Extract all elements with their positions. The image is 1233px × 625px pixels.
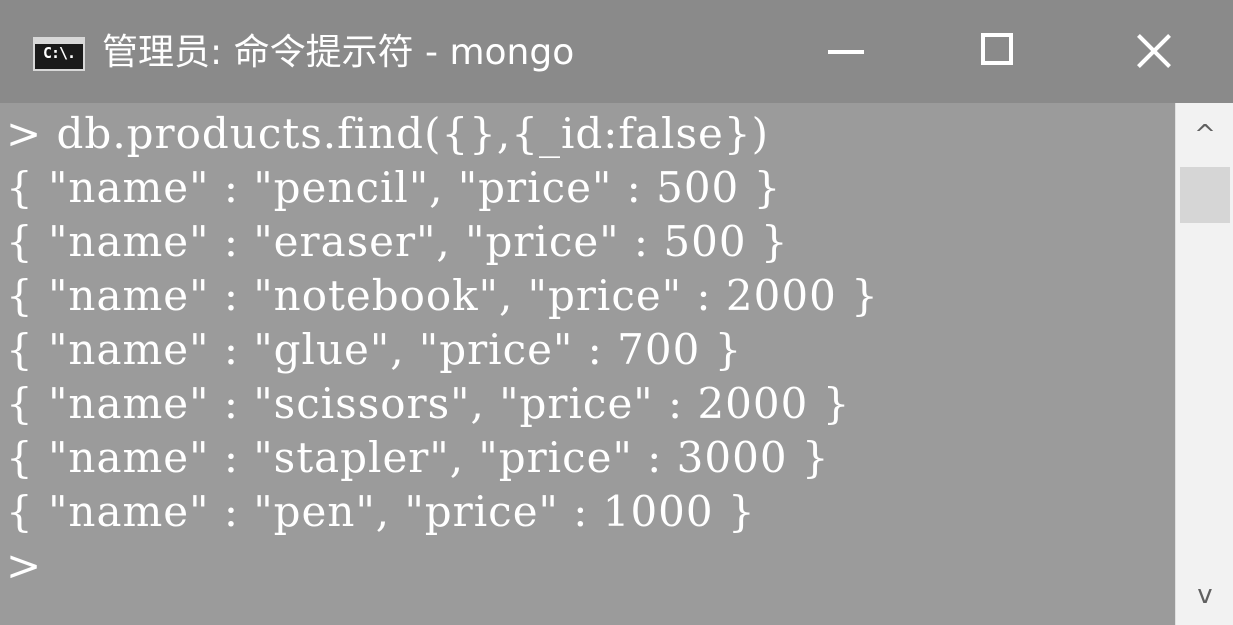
console-line: { "name" : "pencil", "price" : 500 } xyxy=(6,163,782,212)
console-line: { "name" : "eraser", "price" : 500 } xyxy=(6,217,789,266)
close-button[interactable] xyxy=(1100,8,1210,98)
console-line: { "name" : "stapler", "price" : 3000 } xyxy=(6,433,830,482)
console-line: { "name" : "pen", "price" : 1000 } xyxy=(6,487,756,536)
scroll-thumb[interactable] xyxy=(1180,167,1230,223)
minimize-button[interactable] xyxy=(790,8,900,98)
console-prompt[interactable]: > xyxy=(6,539,42,593)
console-line: { "name" : "notebook", "price" : 2000 } xyxy=(6,271,879,320)
minimize-icon xyxy=(828,50,864,54)
maximize-icon xyxy=(981,33,1013,65)
console-output[interactable]: > db.products.find({},{_id:false}) { "na… xyxy=(0,103,1175,625)
cmd-app-icon[interactable]: C:\. xyxy=(33,37,85,71)
console-line: { "name" : "glue", "price" : 700 } xyxy=(6,325,743,374)
scroll-down-icon[interactable]: v xyxy=(1176,566,1233,624)
console-line: { "name" : "scissors", "price" : 2000 } xyxy=(6,379,851,428)
console-line-command: > db.products.find({},{_id:false}) xyxy=(6,109,769,158)
vertical-scrollbar[interactable]: ^ v xyxy=(1175,103,1233,625)
close-icon xyxy=(1134,31,1174,71)
scroll-up-icon[interactable]: ^ xyxy=(1176,106,1233,164)
maximize-button[interactable] xyxy=(944,8,1054,98)
console-window: C:\. 管理员: 命令提示符 - mongo > db.products.fi… xyxy=(0,0,1233,625)
title-bar[interactable]: C:\. 管理员: 命令提示符 - mongo xyxy=(0,0,1233,103)
window-title: 管理员: 命令提示符 - mongo xyxy=(102,32,575,73)
